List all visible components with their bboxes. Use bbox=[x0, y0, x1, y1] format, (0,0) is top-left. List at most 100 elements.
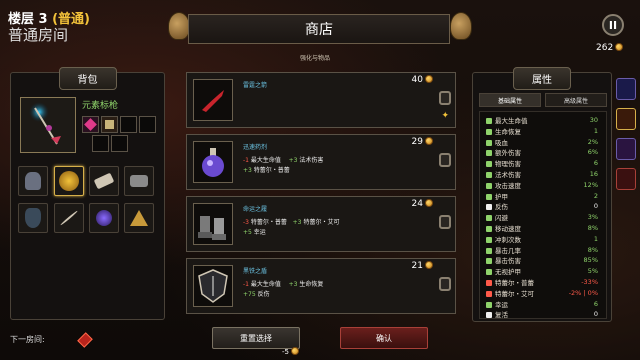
scroll-icon bbox=[93, 172, 115, 190]
stat-icon bbox=[486, 193, 492, 200]
stat-icon bbox=[486, 128, 492, 135]
stat-icon bbox=[486, 301, 492, 308]
shop-item-card[interactable]: 迅速药剂 29 -1 最大生命值 +3 法术伤害 +3 特蕾尔・普蕾 bbox=[186, 134, 456, 190]
attribute-name: 吸血 bbox=[495, 138, 508, 147]
empty-slot[interactable] bbox=[139, 116, 156, 133]
attribute-row: 冲刺次数 1 bbox=[486, 234, 598, 244]
attributes-panel: 属性 基础属性 高级属性 最大生命值 30 生命恢复 1 吸血 2% 额外伤害 6% 物理伤害 6… bbox=[472, 67, 612, 322]
attribute-value: 16 bbox=[589, 170, 598, 178]
character-portrait-icon[interactable] bbox=[616, 78, 636, 100]
reroll-button[interactable]: 重置选择 bbox=[212, 327, 300, 349]
confirm-button[interactable]: 确认 bbox=[340, 327, 428, 349]
attribute-name: 攻击速度 bbox=[495, 181, 521, 190]
item-name: 命运之履 bbox=[243, 206, 268, 213]
item-medallion[interactable] bbox=[54, 166, 84, 196]
stat-icon bbox=[486, 236, 492, 243]
shop-item-card[interactable]: 黑铁之盾 21 -1 最大生命值 +3 生命恢复 +75 反伤 bbox=[186, 258, 456, 314]
item-name: 雷霆之箭 bbox=[243, 82, 268, 89]
triangle-icon bbox=[130, 210, 148, 226]
attribute-name: 闪避 bbox=[495, 214, 508, 223]
item-price: 24 bbox=[412, 199, 433, 209]
attribute-row: 反伤 0 bbox=[486, 201, 598, 211]
attribute-row: 闪避 3% bbox=[486, 212, 598, 222]
attribute-name: 幸运 bbox=[495, 300, 508, 309]
attribute-name: 生命恢复 bbox=[495, 127, 521, 136]
tab-advanced-attributes[interactable]: 高级属性 bbox=[545, 93, 607, 107]
stat-icon bbox=[486, 226, 492, 232]
attribute-value: 5% bbox=[587, 267, 598, 276]
stat-icon bbox=[486, 139, 492, 146]
item-triangle[interactable] bbox=[124, 203, 154, 233]
gold-counter: 262 bbox=[596, 43, 624, 53]
character-portrait-icon[interactable] bbox=[616, 108, 636, 130]
item-spear[interactable] bbox=[54, 203, 84, 233]
attribute-value: 85% bbox=[583, 256, 598, 265]
attribute-row: 护甲 2 bbox=[486, 191, 598, 201]
coin-icon bbox=[425, 75, 433, 83]
attribute-value: 6 bbox=[593, 299, 598, 308]
item-stat-line: -1 最大生命值 +3 法术伤害 bbox=[243, 157, 324, 164]
character-portrait-icon[interactable] bbox=[616, 138, 636, 160]
empty-slot[interactable] bbox=[111, 135, 128, 152]
shop-item-card[interactable]: 命运之履 24 -3 特蕾尔・普蕾 +3 特蕾尔・艾可 +5 幸运 bbox=[186, 196, 456, 252]
attribute-row: 移动速度 8% bbox=[486, 223, 598, 233]
potion-icon bbox=[193, 141, 233, 183]
empty-slot[interactable] bbox=[120, 116, 137, 133]
pause-button[interactable]: II bbox=[602, 14, 624, 36]
lock-icon[interactable] bbox=[439, 277, 451, 291]
reroll-cost: -5 bbox=[282, 347, 299, 356]
boots-icon bbox=[130, 175, 148, 187]
item-scroll[interactable] bbox=[89, 166, 119, 196]
item-helmet[interactable] bbox=[18, 166, 48, 196]
item-stat-line: -3 特蕾尔・普蕾 +3 特蕾尔・艾可 bbox=[243, 219, 340, 226]
item-boots[interactable] bbox=[124, 166, 154, 196]
lock-icon[interactable] bbox=[439, 153, 451, 167]
item-orb[interactable] bbox=[89, 203, 119, 233]
attribute-name: 额外伤害 bbox=[495, 149, 521, 158]
attribute-value: 12% bbox=[583, 180, 598, 189]
attribute-row: 物理伤害 6 bbox=[486, 158, 598, 168]
red-arrow-icon bbox=[193, 79, 233, 121]
shop-item-card[interactable]: 雷霆之箭 40 ✦ bbox=[186, 72, 456, 128]
attribute-name: 冲刺次数 bbox=[495, 235, 521, 244]
attribute-value: 6 bbox=[593, 159, 598, 168]
weapon-slot[interactable] bbox=[20, 97, 76, 153]
attribute-row: 最大生命值 30 bbox=[486, 115, 598, 125]
backpack-title: 背包 bbox=[58, 67, 117, 90]
tab-basic-attributes[interactable]: 基础属性 bbox=[479, 93, 541, 107]
gem-slot[interactable] bbox=[82, 116, 99, 133]
medallion-icon bbox=[59, 171, 79, 191]
attribute-row: 攻击速度 12% bbox=[486, 180, 598, 190]
item-mask[interactable] bbox=[18, 203, 48, 233]
lock-icon[interactable] bbox=[439, 215, 451, 229]
lock-icon[interactable] bbox=[439, 91, 451, 105]
attribute-name: 法术伤害 bbox=[495, 171, 521, 179]
item-stat-line: +5 幸运 bbox=[243, 229, 266, 236]
empty-slot[interactable] bbox=[92, 135, 109, 152]
money-bag-icon bbox=[450, 12, 472, 40]
attribute-value: 2% bbox=[587, 137, 598, 146]
shop-subtitle: 强化与物品 bbox=[300, 55, 331, 62]
item-price: 40 bbox=[412, 75, 433, 85]
star-icon: ✦ bbox=[441, 111, 449, 121]
attribute-row: 复活 0 bbox=[486, 309, 598, 319]
gem-slot[interactable] bbox=[101, 116, 118, 133]
next-room-label: 下一房间: bbox=[10, 335, 45, 344]
stat-icon bbox=[486, 172, 492, 178]
character-portrait-icon[interactable] bbox=[616, 168, 636, 190]
attribute-name: 物理伤害 bbox=[495, 160, 521, 169]
attribute-name: 特蕾尔・艾可 bbox=[495, 289, 534, 298]
gem-icon bbox=[84, 118, 97, 131]
attribute-row: 暴击几率 8% bbox=[486, 245, 598, 255]
stat-icon bbox=[486, 215, 492, 222]
attribute-row: 额外伤害 6% bbox=[486, 147, 598, 157]
attribute-value: 6% bbox=[587, 148, 598, 157]
attribute-value: 8% bbox=[587, 224, 598, 232]
item-stat-line: +75 反伤 bbox=[243, 291, 270, 298]
attribute-name: 无视护甲 bbox=[495, 268, 521, 277]
stat-icon bbox=[486, 161, 492, 168]
stat-icon bbox=[486, 204, 492, 211]
attribute-name: 护甲 bbox=[495, 192, 508, 201]
boots-icon bbox=[193, 203, 233, 245]
helmet-icon bbox=[25, 172, 41, 190]
